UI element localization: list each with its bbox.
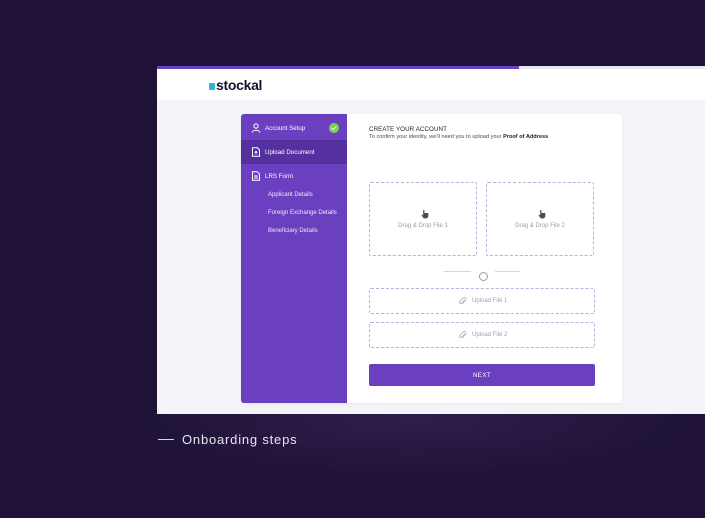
sidebar-item-account-setup[interactable]: Account Setup	[241, 116, 347, 140]
check-circle-icon	[329, 123, 339, 133]
upload-label: Upload File 1	[472, 298, 508, 304]
next-button[interactable]: NEXT	[369, 364, 595, 386]
form-document-icon	[252, 171, 260, 181]
drop-zone-label: Drag & Drop File 1	[398, 223, 448, 229]
sidebar-item-label: Account Setup	[265, 124, 306, 132]
sidebar-subitem-foreign-exchange-details[interactable]: Foreign Exchange Details	[268, 210, 337, 216]
sidebar-item-label: Upload Document	[265, 148, 315, 156]
upload-document-icon	[252, 147, 260, 157]
upload-panel: CREATE YOUR ACCOUNT To confirm your iden…	[347, 114, 622, 403]
subtitle-emphasis: Proof of Address	[503, 134, 549, 140]
divider-right	[495, 271, 520, 272]
drop-zone-label: Drag & Drop File 2	[515, 223, 565, 229]
logo-text: stockal	[216, 77, 263, 93]
divider-left	[444, 271, 471, 272]
caption: Onboarding steps	[158, 432, 297, 447]
page-subtitle: To confirm your identity, we'll need you…	[369, 134, 548, 140]
or-circle-icon	[479, 272, 488, 281]
sidebar-item-label: LRS Form	[265, 172, 294, 180]
stockal-logo[interactable]: stockal	[209, 77, 262, 93]
drop-zone-file-1[interactable]: Drag & Drop File 1	[369, 182, 477, 256]
user-icon	[251, 123, 261, 133]
onboarding-card: Account Setup Upload Document LRS Form A…	[241, 114, 622, 403]
paperclip-icon	[458, 297, 467, 305]
sidebar-subitem-applicant-details[interactable]: Applicant Details	[268, 192, 313, 198]
paperclip-icon	[458, 331, 467, 339]
top-bar: stockal	[157, 69, 705, 100]
upload-label: Upload File 2	[472, 332, 508, 338]
hand-pointer-icon	[538, 210, 546, 219]
drop-zone-file-2[interactable]: Drag & Drop File 2	[486, 182, 594, 256]
app-window: stockal Account Setup Upload Document LR…	[157, 66, 705, 414]
caption-dash	[158, 439, 174, 440]
hand-pointer-icon	[421, 210, 429, 219]
sidebar-subitem-beneficiary-details[interactable]: Beneficiary Details	[268, 228, 318, 234]
steps-sidebar: Account Setup Upload Document LRS Form A…	[241, 114, 347, 403]
caption-text: Onboarding steps	[182, 432, 298, 447]
upload-file-2-field[interactable]: Upload File 2	[369, 322, 595, 348]
subtitle-text: To confirm your identity, we'll need you…	[369, 134, 502, 140]
sidebar-item-upload-document[interactable]: Upload Document	[241, 140, 347, 164]
sidebar-item-lrs-form[interactable]: LRS Form	[241, 164, 347, 188]
page-title: CREATE YOUR ACCOUNT	[369, 126, 447, 133]
upload-file-1-field[interactable]: Upload File 1	[369, 288, 595, 314]
logo-mark-icon	[209, 82, 215, 90]
